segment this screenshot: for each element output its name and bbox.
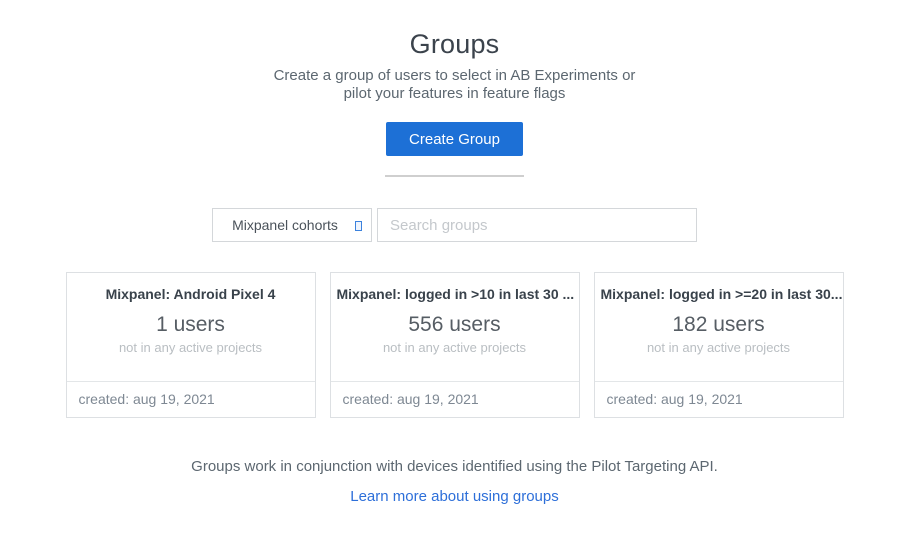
- footer-link-row: Learn more about using groups: [0, 488, 909, 506]
- dropdown-indicator-icon: [355, 221, 362, 231]
- group-card-body: Mixpanel: Android Pixel 4 1 users not in…: [67, 273, 315, 381]
- search-groups-input[interactable]: [377, 208, 697, 242]
- create-group-button[interactable]: Create Group: [386, 122, 523, 156]
- group-user-count: 556 users: [331, 313, 579, 337]
- group-project-status: not in any active projects: [67, 340, 315, 355]
- group-card-body: Mixpanel: logged in >=20 in last 30... 1…: [595, 273, 843, 381]
- group-project-status: not in any active projects: [331, 340, 579, 355]
- page-subtitle: Create a group of users to select in AB …: [262, 67, 647, 103]
- group-name: Mixpanel: logged in >=20 in last 30...: [595, 286, 843, 302]
- page-title: Groups: [0, 29, 909, 60]
- group-created-date: created: aug 19, 2021: [331, 381, 579, 417]
- group-created-date: created: aug 19, 2021: [595, 381, 843, 417]
- group-user-count: 1 users: [67, 313, 315, 337]
- filters-row: Mixpanel cohorts: [0, 208, 909, 242]
- group-card[interactable]: Mixpanel: Android Pixel 4 1 users not in…: [66, 272, 316, 418]
- footer-info-text: Groups work in conjunction with devices …: [0, 458, 909, 475]
- group-card-body: Mixpanel: logged in >10 in last 30 ... 5…: [331, 273, 579, 381]
- group-card[interactable]: Mixpanel: logged in >=20 in last 30... 1…: [594, 272, 844, 418]
- group-user-count: 182 users: [595, 313, 843, 337]
- group-name: Mixpanel: logged in >10 in last 30 ...: [331, 286, 579, 302]
- cohort-dropdown-value: Mixpanel cohorts: [232, 217, 352, 233]
- header-divider: [385, 175, 524, 177]
- cohort-source-dropdown[interactable]: Mixpanel cohorts: [212, 208, 372, 242]
- group-created-date: created: aug 19, 2021: [67, 381, 315, 417]
- groups-page: Groups Create a group of users to select…: [0, 0, 909, 558]
- group-project-status: not in any active projects: [595, 340, 843, 355]
- group-name: Mixpanel: Android Pixel 4: [67, 286, 315, 302]
- learn-more-link[interactable]: Learn more about using groups: [350, 488, 558, 505]
- group-cards-row: Mixpanel: Android Pixel 4 1 users not in…: [0, 272, 909, 418]
- group-card[interactable]: Mixpanel: logged in >10 in last 30 ... 5…: [330, 272, 580, 418]
- page-header: Groups Create a group of users to select…: [0, 0, 909, 177]
